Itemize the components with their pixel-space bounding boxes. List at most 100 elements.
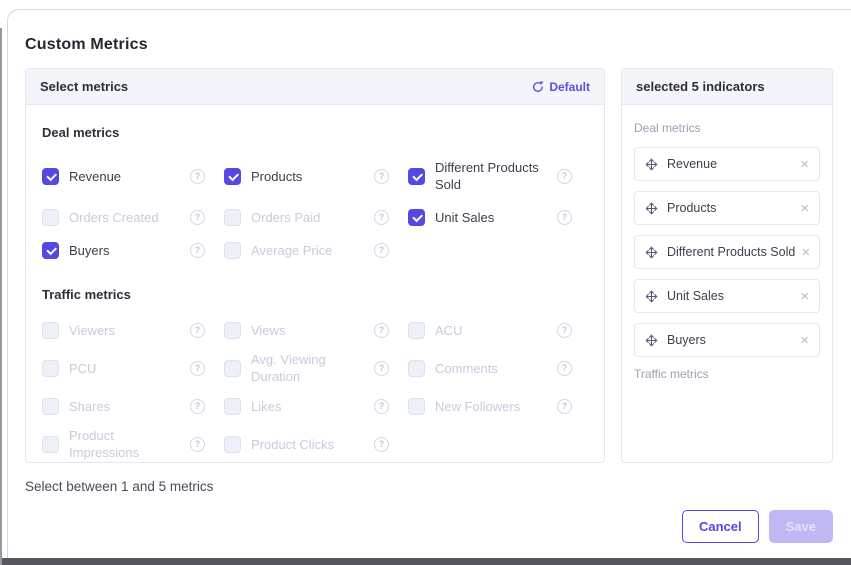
drag-handle-icon[interactable] [645,202,658,215]
metric-product-clicks: Product Clicks ? [224,427,389,461]
metric-label: Orders Created [69,209,159,226]
checkbox-new-followers[interactable] [408,398,425,415]
drag-handle-icon[interactable] [645,334,658,347]
metric-product-impressions: Product Impressions ? [42,427,205,461]
selected-item-label: Products [667,201,716,215]
selected-item-revenue: Revenue × [634,147,820,181]
page-title: Custom Metrics [25,36,833,54]
selected-item-label: Buyers [667,333,706,347]
help-icon[interactable]: ? [557,361,572,376]
help-icon[interactable]: ? [374,399,389,414]
selection-hint: Select between 1 and 5 metrics [25,479,833,494]
metric-different-products-sold: Different Products Sold ? [408,156,572,196]
metric-label: Products [251,168,302,185]
help-icon[interactable]: ? [190,323,205,338]
default-button[interactable]: Default [532,80,590,94]
help-icon[interactable]: ? [374,210,389,225]
page-bottom-edge [2,558,851,565]
help-icon[interactable]: ? [190,361,205,376]
remove-icon[interactable]: × [794,201,809,216]
checkbox-product-clicks[interactable] [224,436,241,453]
traffic-metrics-section-label: Traffic metrics [42,287,588,302]
metric-acu: ACU ? [408,318,572,342]
checkbox-shares[interactable] [42,398,59,415]
help-icon[interactable]: ? [374,243,389,258]
checkbox-orders-created[interactable] [42,209,59,226]
help-icon[interactable]: ? [190,437,205,452]
cancel-button[interactable]: Cancel [682,510,759,543]
help-icon[interactable]: ? [190,169,205,184]
checkbox-product-impressions[interactable] [42,436,59,453]
drag-handle-icon[interactable] [645,158,658,171]
metric-label: Orders Paid [251,209,320,226]
deal-metrics-section-label: Deal metrics [42,125,588,140]
selected-item-products: Products × [634,191,820,225]
custom-metrics-dialog: Custom Metrics Select metrics Default [7,9,851,558]
checkbox-revenue[interactable] [42,168,59,185]
checkbox-different-products-sold[interactable] [408,168,425,185]
metric-comments: Comments ? [408,351,572,385]
checkbox-unit-sales[interactable] [408,209,425,226]
metric-buyers: Buyers ? [42,238,205,262]
metric-views: Views ? [224,318,389,342]
remove-icon[interactable]: × [794,289,809,304]
metric-label: Shares [69,398,110,415]
remove-icon[interactable]: × [795,245,810,260]
metric-label: Likes [251,398,281,415]
checkbox-views[interactable] [224,322,241,339]
metric-label: Buyers [69,242,109,259]
help-icon[interactable]: ? [557,169,572,184]
help-icon[interactable]: ? [557,399,572,414]
checkbox-avg-viewing-duration[interactable] [224,360,241,377]
metric-label: Comments [435,360,498,377]
refresh-icon [532,81,544,93]
help-icon[interactable]: ? [557,323,572,338]
checkbox-orders-paid[interactable] [224,209,241,226]
checkbox-likes[interactable] [224,398,241,415]
checkbox-pcu[interactable] [42,360,59,377]
metric-label: Product Impressions [69,427,184,461]
metric-average-price: Average Price ? [224,238,389,262]
drag-handle-icon[interactable] [645,290,658,303]
help-icon[interactable]: ? [374,361,389,376]
checkbox-average-price[interactable] [224,242,241,259]
help-icon[interactable]: ? [190,243,205,258]
selected-traffic-group-label: Traffic metrics [634,367,820,381]
checkbox-comments[interactable] [408,360,425,377]
metric-avg-viewing-duration: Avg. Viewing Duration ? [224,351,389,385]
drag-handle-icon[interactable] [645,246,658,259]
checkbox-buyers[interactable] [42,242,59,259]
help-icon[interactable]: ? [190,210,205,225]
selected-deal-group-label: Deal metrics [634,121,820,135]
selected-item-label: Different Products Sold [667,245,795,259]
remove-icon[interactable]: × [794,157,809,172]
metric-label: Revenue [69,168,121,185]
metric-orders-created: Orders Created ? [42,205,205,229]
traffic-metrics-grid: Viewers ? Views ? ACU ? [42,318,588,463]
metric-revenue: Revenue ? [42,156,205,196]
selected-item-unit-sales: Unit Sales × [634,279,820,313]
help-icon[interactable]: ? [557,210,572,225]
checkbox-acu[interactable] [408,322,425,339]
metric-label: Different Products Sold [435,159,551,193]
selected-item-label: Revenue [667,157,717,171]
metric-new-followers: New Followers ? [408,394,572,418]
save-button[interactable]: Save [769,510,833,543]
selected-indicators-panel: selected 5 indicators Deal metrics Reven… [621,68,833,463]
help-icon[interactable]: ? [190,399,205,414]
checkbox-products[interactable] [224,168,241,185]
metric-label: Avg. Viewing Duration [251,351,368,385]
help-icon[interactable]: ? [374,437,389,452]
metric-label: Views [251,322,285,339]
empty-cell [408,238,572,262]
deal-metrics-grid: Revenue ? Products ? Different Products … [42,156,588,271]
help-icon[interactable]: ? [374,323,389,338]
metric-likes: Likes ? [224,394,389,418]
default-button-label: Default [549,80,590,94]
select-metrics-panel: Select metrics Default Deal metrics [25,68,605,463]
remove-icon[interactable]: × [794,333,809,348]
dialog-actions: Cancel Save [25,510,833,543]
metric-label: Product Clicks [251,436,334,453]
help-icon[interactable]: ? [374,169,389,184]
checkbox-viewers[interactable] [42,322,59,339]
